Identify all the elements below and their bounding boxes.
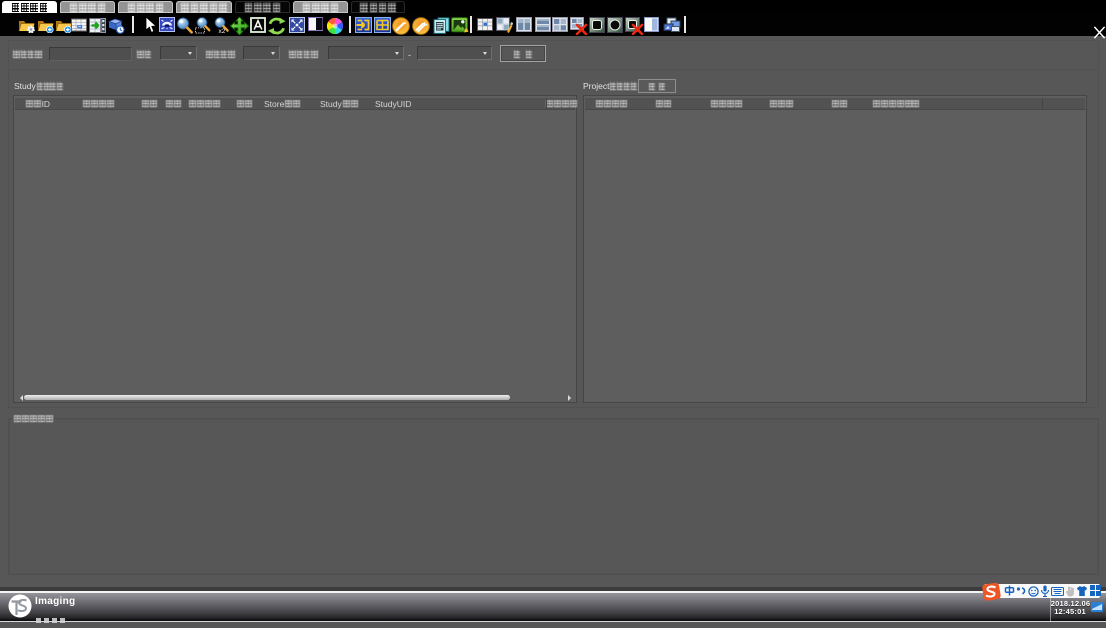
svg-text:x2: x2 xyxy=(219,28,226,34)
